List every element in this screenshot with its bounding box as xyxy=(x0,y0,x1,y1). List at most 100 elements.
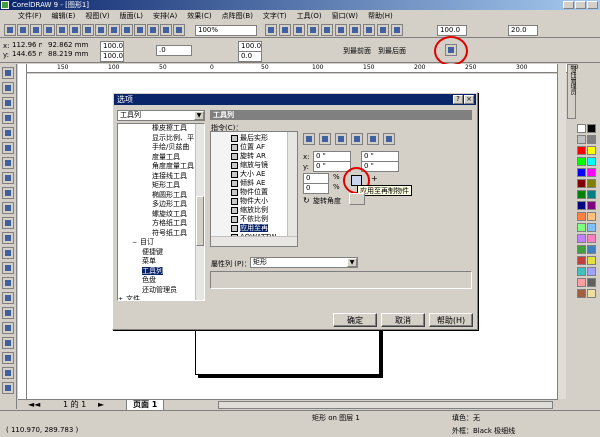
command-item[interactable]: 缩放与镜 xyxy=(231,161,287,170)
maximize-button[interactable] xyxy=(575,1,586,9)
palette-swatch[interactable] xyxy=(577,179,586,188)
command-item[interactable]: 旋转 AR xyxy=(231,152,287,161)
palette-swatch[interactable] xyxy=(577,256,586,265)
toolbar-tool-icon[interactable] xyxy=(147,24,159,36)
object-manager-tab[interactable]: 物件管理员 xyxy=(567,64,576,119)
toolbar-option-icon[interactable] xyxy=(293,24,305,36)
rotate-control[interactable] xyxy=(349,193,365,205)
toolbox-tool-icon[interactable] xyxy=(2,292,14,304)
toolbar-tool-icon[interactable] xyxy=(160,24,172,36)
toolbar-option-icon[interactable] xyxy=(391,24,403,36)
toolbar-tool-icon[interactable] xyxy=(17,24,29,36)
toolbox-tool-icon[interactable] xyxy=(2,127,14,139)
tree-item[interactable]: 椭圆形工具 xyxy=(118,191,196,201)
toolbox-tool-icon[interactable] xyxy=(2,187,14,199)
tree-item[interactable]: 角度度量工具 xyxy=(118,162,196,172)
palette-swatch[interactable] xyxy=(587,267,596,276)
command-item[interactable]: 应用至再 xyxy=(231,224,287,233)
palette-swatch[interactable] xyxy=(577,234,586,243)
command-item[interactable]: 缩放比例 xyxy=(231,206,287,215)
tree-item[interactable]: 还动管理员 xyxy=(118,286,196,296)
tree-item[interactable]: 多边形工具 xyxy=(118,200,196,210)
attr-dropdown-arrow-icon[interactable]: ▼ xyxy=(347,258,357,267)
toolbox-tool-icon[interactable] xyxy=(2,307,14,319)
tree-toggle-icon[interactable]: + xyxy=(118,296,123,300)
toolbar-tool-icon[interactable] xyxy=(121,24,133,36)
toolbar-tool-icon[interactable] xyxy=(56,24,68,36)
menu-item-5[interactable]: 效果(C) xyxy=(187,11,211,21)
toolbar-tool-icon[interactable] xyxy=(4,24,16,36)
palette-swatch[interactable] xyxy=(577,124,586,133)
align-option-icon[interactable] xyxy=(383,133,395,145)
tree-item[interactable]: − 目订 xyxy=(118,238,196,248)
dialog-help-button[interactable]: ? xyxy=(453,95,463,104)
palette-swatch[interactable] xyxy=(587,245,596,254)
y-position-field[interactable]: 144.65 mm xyxy=(10,50,42,61)
category-dropdown-arrow-icon[interactable]: ▼ xyxy=(194,111,204,120)
palette-swatch[interactable] xyxy=(577,278,586,287)
tree-item[interactable]: 显示比例、平 xyxy=(118,134,196,144)
tree-item[interactable]: 橡皮擦工具 xyxy=(118,124,196,134)
toolbar-tool-icon[interactable] xyxy=(82,24,94,36)
tree-item[interactable]: 色盘 xyxy=(118,276,196,286)
toolbox-tool-icon[interactable] xyxy=(2,232,14,244)
tree-item[interactable]: 连接线工具 xyxy=(118,172,196,182)
prop-pos4-field[interactable]: 0.0 xyxy=(238,51,262,62)
palette-swatch[interactable] xyxy=(577,157,586,166)
ok-button[interactable]: 确定 xyxy=(333,313,377,327)
toolbox-tool-icon[interactable] xyxy=(2,382,14,394)
next-page-button[interactable]: ► xyxy=(98,400,104,410)
align-option-icon[interactable] xyxy=(319,133,331,145)
cancel-button[interactable]: 取消 xyxy=(381,313,425,327)
palette-swatch[interactable] xyxy=(577,212,586,221)
toolbar-option-icon[interactable] xyxy=(307,24,319,36)
toolbar-option-icon[interactable] xyxy=(349,24,361,36)
menu-item-3[interactable]: 版面(L) xyxy=(120,11,143,21)
tree-scrollbar[interactable] xyxy=(195,124,204,300)
to-back-button[interactable]: 到最后面 xyxy=(378,46,406,56)
menu-item-9[interactable]: 窗口(W) xyxy=(332,11,358,21)
tree-item[interactable]: 方格纸工具 xyxy=(118,219,196,229)
tree-item[interactable]: + 文件 xyxy=(118,295,196,300)
toolbar-option-icon[interactable] xyxy=(279,24,291,36)
height-field[interactable]: 88.219 mm xyxy=(46,50,92,61)
toolbox-tool-icon[interactable] xyxy=(2,337,14,349)
toolbox-tool-icon[interactable] xyxy=(2,97,14,109)
toolbar-tool-icon[interactable] xyxy=(134,24,146,36)
toolbox-tool-icon[interactable] xyxy=(2,172,14,184)
palette-swatch[interactable] xyxy=(587,278,596,287)
toolbar-option-icon[interactable] xyxy=(321,24,333,36)
close-button[interactable] xyxy=(587,1,598,9)
menu-item-8[interactable]: 工具(O) xyxy=(297,11,322,21)
menu-item-6[interactable]: 点阵图(B) xyxy=(222,11,253,21)
toolbar-option-icon[interactable] xyxy=(363,24,375,36)
palette-swatch[interactable] xyxy=(577,168,586,177)
toolbox-tool-icon[interactable] xyxy=(2,157,14,169)
toolbar-tool-icon[interactable] xyxy=(173,24,185,36)
menu-item-1[interactable]: 编辑(E) xyxy=(52,11,76,21)
align-option-icon[interactable] xyxy=(303,133,315,145)
palette-swatch[interactable] xyxy=(587,179,596,188)
command-hscroll[interactable] xyxy=(211,236,297,246)
toolbox-tool-icon[interactable] xyxy=(2,367,14,379)
toolbar-tool-icon[interactable] xyxy=(108,24,120,36)
command-item[interactable]: 不依比例 xyxy=(231,215,287,224)
toolbar-option-icon[interactable] xyxy=(335,24,347,36)
prop-pos2-field[interactable]: 20.0 xyxy=(508,25,538,36)
toolbox-tool-icon[interactable] xyxy=(2,217,14,229)
category-dropdown[interactable]: 工具列 xyxy=(117,110,205,121)
command-item[interactable]: 最后实形 xyxy=(231,134,287,143)
scale-y-field[interactable]: 100.0 xyxy=(100,51,124,62)
toolbar-tool-icon[interactable] xyxy=(69,24,81,36)
toolbox-tool-icon[interactable] xyxy=(2,112,14,124)
first-page-button[interactable]: ◄◄ xyxy=(28,400,40,410)
to-front-button[interactable]: 到最前面 xyxy=(343,46,371,56)
category-tree[interactable]: 橡皮擦工具 显示比例、平 手绘/贝兹曲 度量工具 角度度量工具 连接线工具 矩形工具 椭圆形工… xyxy=(117,123,205,301)
palette-swatch[interactable] xyxy=(577,223,586,232)
toolbar-option-icon[interactable] xyxy=(265,24,277,36)
command-item[interactable]: 物件位置 xyxy=(231,188,287,197)
tree-item[interactable]: 手绘/贝兹曲 xyxy=(118,143,196,153)
palette-swatch[interactable] xyxy=(587,190,596,199)
tree-item[interactable]: 度量工具 xyxy=(118,153,196,163)
toolbar-option-icon[interactable] xyxy=(377,24,389,36)
